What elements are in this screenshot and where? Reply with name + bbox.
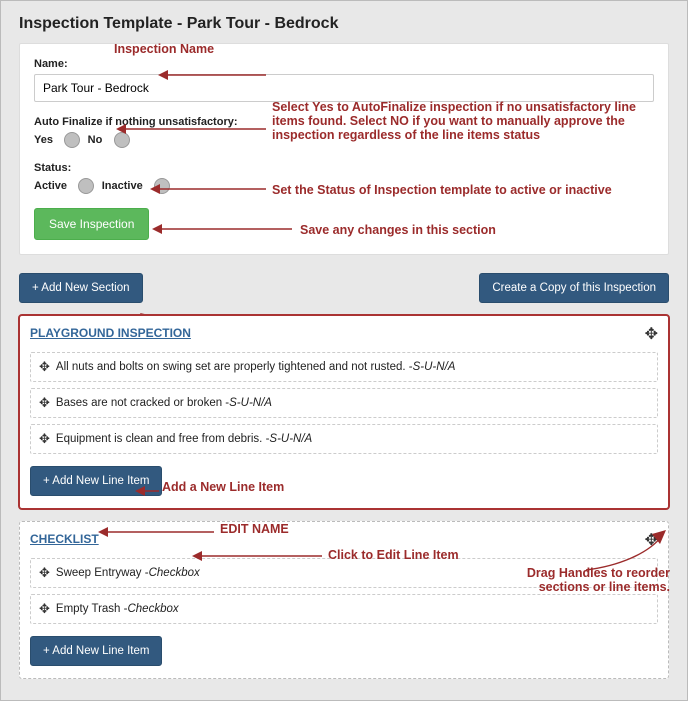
add-new-line-item-button[interactable]: + Add New Line Item bbox=[30, 466, 162, 496]
autofinalize-yes-radio[interactable] bbox=[64, 132, 80, 148]
line-item-type: S-U-N/A bbox=[413, 361, 456, 373]
move-line-icon[interactable]: ✥ bbox=[39, 395, 50, 411]
status-label: Status: bbox=[34, 162, 654, 174]
line-item-text: Bases are not cracked or broken - bbox=[56, 397, 229, 409]
inspection-settings-card: Name: Auto Finalize if nothing unsatisfa… bbox=[19, 43, 669, 255]
move-section-icon[interactable]: ✥ bbox=[645, 324, 658, 344]
annot-edit-name: EDIT NAME bbox=[220, 522, 289, 536]
autofinalize-label: Auto Finalize if nothing unsatisfactory: bbox=[34, 116, 654, 128]
move-section-icon[interactable]: ✥ bbox=[645, 530, 658, 550]
line-item[interactable]: ✥ Sweep Entryway - Checkbox bbox=[30, 558, 658, 588]
status-inactive-radio[interactable] bbox=[154, 178, 170, 194]
move-line-icon[interactable]: ✥ bbox=[39, 601, 50, 617]
autofinalize-no-radio[interactable] bbox=[114, 132, 130, 148]
copy-inspection-button[interactable]: Create a Copy of this Inspection bbox=[479, 273, 669, 303]
add-new-line-item-button[interactable]: + Add New Line Item bbox=[30, 636, 162, 666]
status-inactive-label: Inactive bbox=[102, 180, 143, 192]
line-item-text: All nuts and bolts on swing set are prop… bbox=[56, 361, 413, 373]
line-item-text: Sweep Entryway - bbox=[56, 567, 149, 579]
line-item-type: S-U-N/A bbox=[269, 433, 312, 445]
status-active-label: Active bbox=[34, 180, 67, 192]
line-item-type: S-U-N/A bbox=[229, 397, 272, 409]
add-new-section-button[interactable]: + Add New Section bbox=[19, 273, 143, 303]
autofinalize-yes-label: Yes bbox=[34, 134, 53, 146]
line-item-text: Equipment is clean and free from debris.… bbox=[56, 433, 270, 445]
section-title[interactable]: PLAYGROUND INSPECTION bbox=[30, 326, 191, 340]
section-title[interactable]: CHECKLIST bbox=[30, 532, 99, 546]
section-checklist: ✥ CHECKLIST ✥ Sweep Entryway - Checkbox ✥… bbox=[19, 521, 669, 679]
line-item-text: Empty Trash - bbox=[56, 603, 128, 615]
move-line-icon[interactable]: ✥ bbox=[39, 359, 50, 375]
status-active-radio[interactable] bbox=[78, 178, 94, 194]
line-item[interactable]: ✥ Equipment is clean and free from debris… bbox=[30, 424, 658, 454]
save-inspection-button[interactable]: Save Inspection bbox=[34, 208, 149, 240]
annot-inspection-name: Inspection Name bbox=[114, 42, 214, 56]
inspection-name-input[interactable] bbox=[34, 74, 654, 102]
autofinalize-no-label: No bbox=[88, 134, 103, 146]
line-item[interactable]: ✥ All nuts and bolts on swing set are pro… bbox=[30, 352, 658, 382]
line-item-type: Checkbox bbox=[149, 567, 200, 579]
line-item-type: Checkbox bbox=[127, 603, 178, 615]
line-item[interactable]: ✥ Bases are not cracked or broken - S-U-N… bbox=[30, 388, 658, 418]
move-line-icon[interactable]: ✥ bbox=[39, 565, 50, 581]
section-playground: ✥ PLAYGROUND INSPECTION ✥ All nuts and bo… bbox=[19, 315, 669, 509]
move-line-icon[interactable]: ✥ bbox=[39, 431, 50, 447]
page-title: Inspection Template - Park Tour - Bedroc… bbox=[19, 15, 687, 33]
annot-add-line: Add a New Line Item bbox=[162, 480, 284, 494]
line-item[interactable]: ✥ Empty Trash - Checkbox bbox=[30, 594, 658, 624]
name-label: Name: bbox=[34, 58, 654, 70]
